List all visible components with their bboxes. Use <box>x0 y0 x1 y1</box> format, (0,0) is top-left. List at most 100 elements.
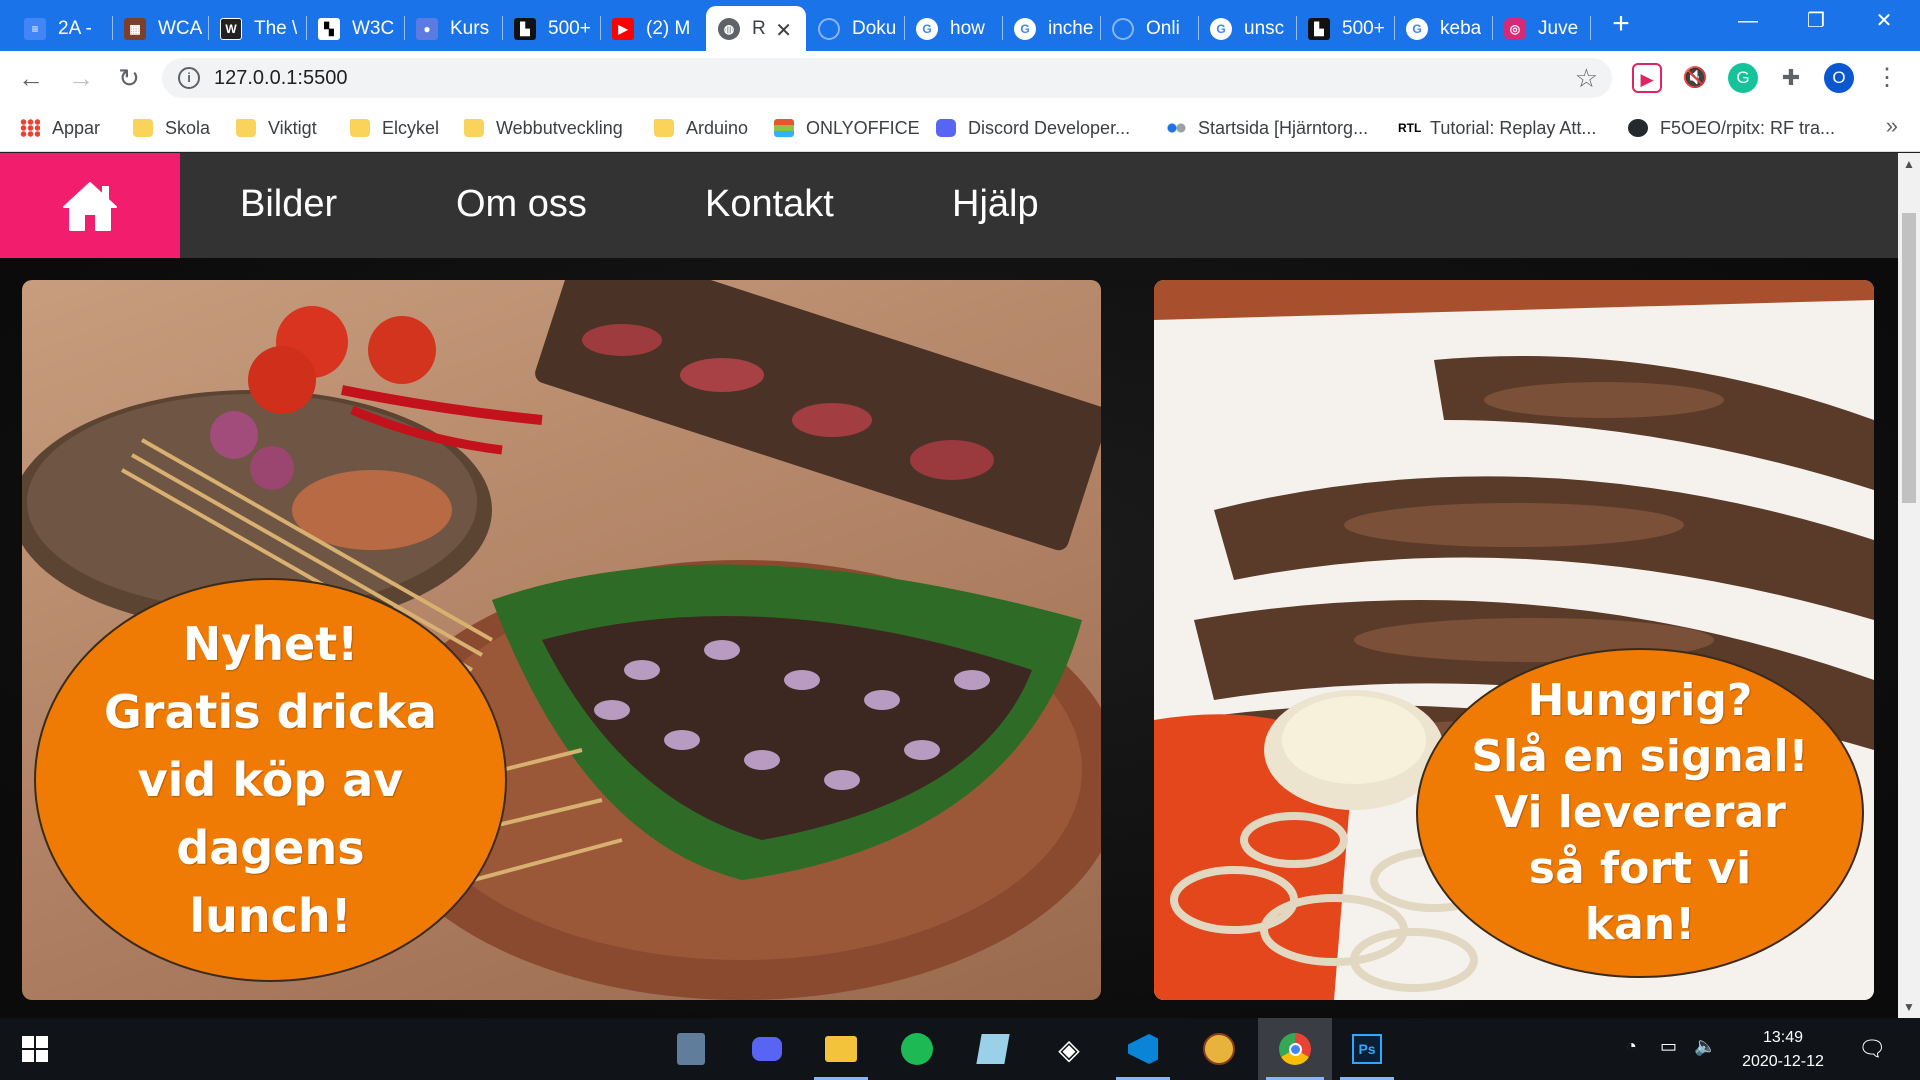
promo-line: Nyhet! <box>182 617 359 671</box>
scroll-thumb[interactable] <box>1902 213 1916 503</box>
tab-5[interactable]: ▙ 500+ <box>502 6 600 51</box>
taskbar-discord[interactable] <box>732 1018 802 1080</box>
profile-avatar[interactable]: O <box>1824 63 1854 93</box>
tab-15[interactable]: ◎ Juve <box>1492 6 1590 51</box>
menu-kebab-icon[interactable]: ⋮ <box>1872 63 1902 93</box>
tab-4[interactable]: ● Kurs <box>404 6 502 51</box>
system-clock[interactable]: 13:49 2020-12-12 <box>1728 1026 1838 1074</box>
page-scrollbar[interactable]: ▲ ▼ <box>1898 153 1920 1018</box>
github-icon <box>1628 119 1648 137</box>
bookmark-rpitx[interactable]: F5OEO/rpitx: RF tra... <box>1628 115 1835 141</box>
tab-2[interactable]: W The \ <box>208 6 306 51</box>
bookmark-star-icon[interactable]: ☆ <box>1575 63 1598 94</box>
grammarly-icon[interactable]: G <box>1728 63 1758 93</box>
bookmark-onlyoffice[interactable]: ONLYOFFICE <box>774 115 920 141</box>
taskbar-notepad[interactable] <box>958 1018 1028 1080</box>
tab-12[interactable]: G unsc <box>1198 6 1296 51</box>
browser-toolbar: ← → ↻ i 127.0.0.1:5500 ☆ ▶ 🔇 G ✚ O ⋮ <box>0 51 1920 105</box>
promo-line: så fort vi <box>1528 843 1752 894</box>
promo-line: Hungrig? <box>1527 675 1753 726</box>
nav-link-hjalp[interactable]: Hjälp <box>952 183 1039 226</box>
taskbar-calculator[interactable] <box>656 1018 726 1080</box>
bookmark-label: F5OEO/rpitx: RF tra... <box>1660 117 1836 138</box>
bookmark-viktigt[interactable]: Viktigt <box>236 115 317 141</box>
close-window-button[interactable]: ✕ <box>1848 0 1920 42</box>
tab-6[interactable]: ▶ (2) M <box>600 6 700 51</box>
classroom-icon: ● <box>416 17 438 40</box>
tab-title: how <box>950 17 985 39</box>
bookmark-label: Webbutveckling <box>496 117 623 138</box>
tab-10[interactable]: G inche <box>1002 6 1100 51</box>
forward-button[interactable]: → <box>62 59 100 97</box>
address-url[interactable]: 127.0.0.1:5500 <box>214 67 347 90</box>
mute-icon[interactable]: 🔇 <box>1680 63 1710 93</box>
bookmarks-bar: Appar Skola Viktigt Elcykel Webbutveckli… <box>0 105 1920 152</box>
main-content: Nyhet! Gratis dricka vid köp av dagens l… <box>0 258 1898 1018</box>
minimize-button[interactable]: — <box>1712 0 1784 42</box>
tab-0[interactable]: ≡ 2A - <box>12 6 112 51</box>
restore-button[interactable]: ❐ <box>1780 0 1852 42</box>
wca-icon: ▦ <box>124 17 146 40</box>
back-button[interactable]: ← <box>12 59 50 97</box>
bookmark-webbutveckling[interactable]: Webbutveckling <box>464 115 623 141</box>
promo-line: vid köp av <box>137 753 404 807</box>
tab-3[interactable]: ▚ W3C <box>306 6 404 51</box>
tab-8[interactable]: Doku <box>806 6 904 51</box>
chrome-icon <box>1279 1033 1311 1065</box>
bookmark-label: Tutorial: Replay Att... <box>1430 117 1597 138</box>
tab-1[interactable]: ▦ WCA <box>112 6 208 51</box>
clock-time: 13:49 <box>1762 1029 1804 1046</box>
nav-link-kontakt[interactable]: Kontakt <box>705 183 834 226</box>
close-tab-icon[interactable]: ✕ <box>775 18 792 43</box>
nav-link-bilder[interactable]: Bilder <box>240 183 337 226</box>
taskbar-file-explorer[interactable] <box>806 1018 876 1080</box>
bookmark-skola[interactable]: Skola <box>133 115 210 141</box>
hackerrank-icon: ▙ <box>1308 17 1330 40</box>
nav-link-om-oss[interactable]: Om oss <box>456 183 587 226</box>
tab-11[interactable]: Onli <box>1100 6 1198 51</box>
taskbar-chrome[interactable] <box>1258 1018 1332 1080</box>
start-button[interactable] <box>0 1018 70 1080</box>
tab-7-active[interactable]: ◍ R ✕ <box>706 6 806 51</box>
tab-9[interactable]: G how <box>904 6 1002 51</box>
taskbar-unity[interactable]: ◈ <box>1034 1018 1104 1080</box>
info-icon[interactable]: i <box>178 67 200 89</box>
bookmark-discord-developer[interactable]: Discord Developer... <box>936 115 1130 141</box>
apps-grid-icon <box>20 119 40 137</box>
bookmark-arduino[interactable]: Arduino <box>654 115 748 141</box>
taskbar-shoes-game[interactable] <box>1184 1018 1254 1080</box>
hackerrank-icon: ▙ <box>514 17 536 40</box>
bookmark-label: Viktigt <box>268 117 317 138</box>
battery-icon[interactable]: ▭ <box>1660 1036 1677 1057</box>
home-button[interactable] <box>0 153 180 258</box>
volume-icon[interactable]: 🔈 <box>1694 1036 1716 1057</box>
tab-14[interactable]: G keba <box>1394 6 1492 51</box>
more-bookmarks-chevron-icon[interactable]: » <box>1886 113 1898 139</box>
bookmark-replay-tutorial[interactable]: RTL Tutorial: Replay Att... <box>1398 115 1596 141</box>
extensions-puzzle-icon[interactable]: ✚ <box>1776 63 1806 93</box>
address-bar[interactable]: i 127.0.0.1:5500 ☆ <box>162 58 1612 98</box>
bookmark-elcykel[interactable]: Elcykel <box>350 115 439 141</box>
notifications-icon[interactable]: 🗨 <box>1858 1036 1886 1062</box>
promo-line: dagens <box>176 821 365 875</box>
promo-line: Gratis dricka <box>104 685 437 739</box>
calculator-icon <box>677 1033 705 1065</box>
network-icon[interactable]: ◔ <box>1626 1036 1637 1057</box>
bookmark-startsida[interactable]: Startsida [Hjärntorg... <box>1166 115 1368 141</box>
taskbar-spotify[interactable] <box>882 1018 952 1080</box>
globe-icon <box>818 17 840 40</box>
vscode-icon <box>1128 1034 1158 1064</box>
scroll-up-arrow-icon[interactable]: ▲ <box>1898 153 1920 175</box>
taskbar-vscode[interactable] <box>1108 1018 1178 1080</box>
tab-13[interactable]: ▙ 500+ <box>1296 6 1394 51</box>
scroll-down-arrow-icon[interactable]: ▼ <box>1898 996 1920 1018</box>
page-viewport: Bilder Om oss Kontakt Hjälp Nyhet! Grati… <box>0 153 1898 1018</box>
google-icon: G <box>916 17 938 40</box>
extension-red-icon[interactable]: ▶ <box>1632 63 1662 93</box>
bookmark-appar[interactable]: Appar <box>20 115 100 141</box>
google-icon: G <box>1210 17 1232 40</box>
promo-badge-free-drink: Nyhet! Gratis dricka vid köp av dagens l… <box>34 578 507 982</box>
reload-button[interactable]: ↻ <box>110 59 148 97</box>
new-tab-button[interactable]: + <box>1605 8 1637 40</box>
taskbar-photoshop[interactable]: Ps <box>1332 1018 1402 1080</box>
